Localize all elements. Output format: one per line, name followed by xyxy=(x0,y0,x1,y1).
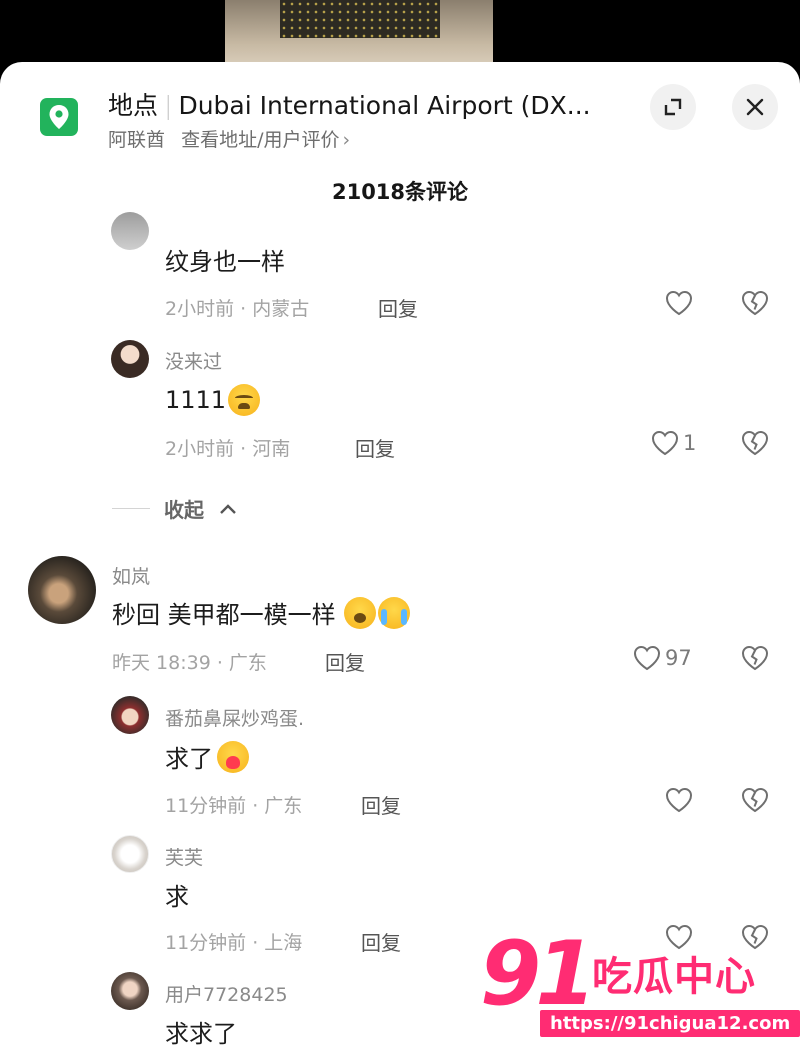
location-label: 地点 xyxy=(108,91,159,120)
heart-outline-icon xyxy=(665,787,693,813)
watermark: 91 吃瓜中心 https://91chigua12.com xyxy=(480,922,800,1045)
broken-heart-icon xyxy=(741,787,769,813)
comment-author[interactable]: 如岚 xyxy=(112,562,150,589)
comment-author[interactable]: 芙芙 xyxy=(165,843,203,870)
close-button[interactable] xyxy=(732,84,778,130)
broken-heart-icon xyxy=(741,290,769,316)
expand-button[interactable] xyxy=(650,84,696,130)
comment-text: 求了 xyxy=(165,745,213,773)
expand-icon xyxy=(664,98,682,116)
tearful-emoji-icon xyxy=(377,596,410,629)
collapse-label: 收起 xyxy=(164,498,204,522)
watermark-url: https://91chigua12.com xyxy=(540,1010,800,1037)
location-subtitle[interactable]: 阿联酋 查看地址/用户评价 › xyxy=(108,125,350,152)
like-count: 1 xyxy=(683,431,697,455)
comment-text: 求 xyxy=(165,883,189,911)
location-country: 阿联酋 xyxy=(108,129,166,151)
location-name: Dubai International Airport (DX... xyxy=(178,91,591,120)
avatar[interactable] xyxy=(28,556,96,624)
comment-count: 21018条评论 xyxy=(331,180,469,204)
heart-outline-icon xyxy=(651,430,679,456)
comment-author[interactable]: 没来过 xyxy=(165,347,222,374)
comment-author[interactable]: 番茄鼻屎炒鸡蛋. xyxy=(165,704,304,731)
divider xyxy=(112,508,150,509)
dislike-button[interactable] xyxy=(741,290,769,320)
reply-button[interactable]: 回复 xyxy=(378,293,418,322)
watermark-brand: 吃瓜中心 xyxy=(592,954,756,1000)
avatar[interactable] xyxy=(111,212,149,250)
comment-meta: 11分钟前 · 广东 xyxy=(165,795,303,817)
like-button[interactable] xyxy=(665,787,693,813)
comment-text: 纹身也一样 xyxy=(165,248,285,276)
avatar[interactable] xyxy=(111,696,149,734)
avatar[interactable] xyxy=(111,972,149,1010)
view-address-link[interactable]: 查看地址/用户评价 xyxy=(181,129,339,151)
crying-emoji-icon xyxy=(228,384,261,416)
heart-outline-icon xyxy=(665,290,693,316)
comment-meta: 11分钟前 · 上海 xyxy=(165,932,303,954)
reply-button[interactable]: 回复 xyxy=(361,790,401,819)
comment-sheet: 地点 | Dubai International Airport (DX... 阿联… xyxy=(0,62,800,1061)
shocked-emoji-icon xyxy=(343,596,376,629)
reply-button[interactable]: 回复 xyxy=(361,927,401,956)
watermark-number: 91 xyxy=(480,922,596,1025)
comment-text: 求求了 xyxy=(165,1020,237,1048)
map-pin-icon[interactable] xyxy=(40,98,78,136)
collapse-replies-button[interactable]: 收起 xyxy=(112,494,238,523)
comment-meta: 2小时前 · 内蒙古 xyxy=(165,298,310,320)
reply-button[interactable]: 回复 xyxy=(355,433,395,462)
like-button[interactable] xyxy=(665,290,693,316)
comment-meta: 昨天 18:39 · 广东 xyxy=(112,652,267,674)
avatar[interactable] xyxy=(111,835,149,873)
hug-heart-emoji-icon xyxy=(217,740,249,773)
location-title[interactable]: 地点 | Dubai International Airport (DX... xyxy=(108,86,618,122)
like-button[interactable]: 97 xyxy=(633,645,692,671)
comment-text: 1111 xyxy=(165,386,227,414)
like-count: 97 xyxy=(665,646,692,670)
broken-heart-icon xyxy=(741,430,769,456)
comment-meta: 2小时前 · 河南 xyxy=(165,438,291,460)
broken-heart-icon xyxy=(741,645,769,671)
like-button[interactable]: 1 xyxy=(651,430,696,456)
dislike-button[interactable] xyxy=(741,430,769,460)
comment-author[interactable]: 用户7728425 xyxy=(165,980,288,1007)
dislike-button[interactable] xyxy=(741,645,769,675)
heart-outline-icon xyxy=(633,645,661,671)
chevron-up-icon xyxy=(220,503,236,514)
dislike-button[interactable] xyxy=(741,787,769,817)
reply-button[interactable]: 回复 xyxy=(325,647,365,676)
close-icon xyxy=(746,98,764,116)
comment-text: 秒回 美甲都一模一样 xyxy=(112,601,336,629)
avatar[interactable] xyxy=(111,340,149,378)
chevron-right-icon: › xyxy=(342,129,351,151)
